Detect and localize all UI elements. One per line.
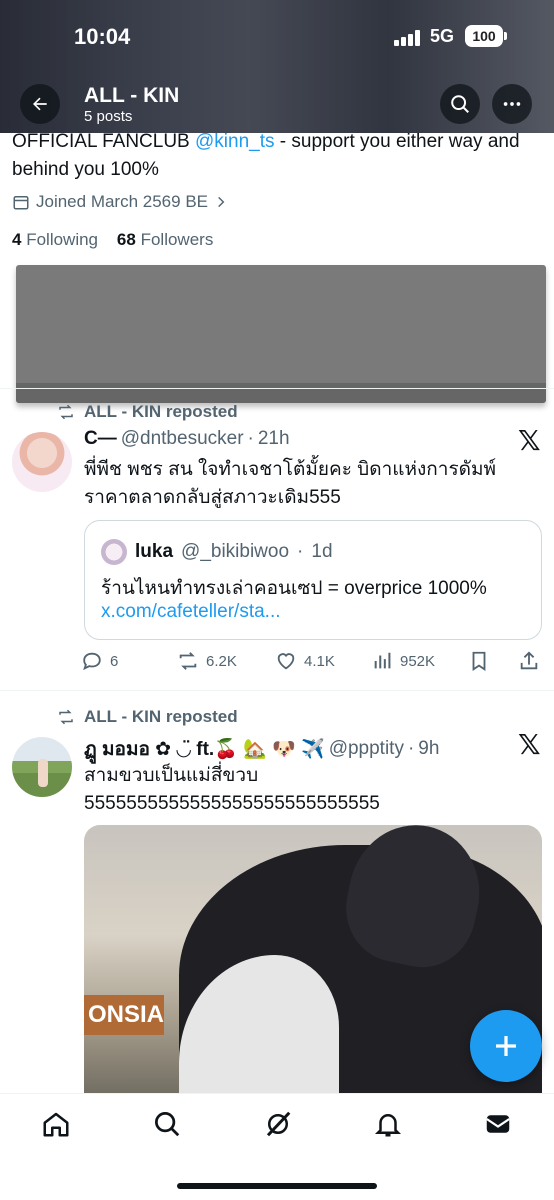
reply-icon	[83, 652, 101, 671]
like-count: 4.1K	[304, 652, 335, 670]
repost-label: ALL - KIN reposted	[84, 402, 238, 421]
repost-label: ALL - KIN reposted	[84, 707, 238, 726]
tweet-time[interactable]: 21h	[258, 428, 290, 450]
chevron-right-icon	[218, 196, 225, 208]
redacted-block	[16, 265, 546, 403]
status-bar: 10:04 5G 100	[0, 22, 554, 54]
profile-nav-bar: ALL - KIN 5 posts	[0, 82, 554, 128]
author-handle[interactable]: @dntbesucker	[121, 428, 244, 450]
repost-icon	[59, 404, 73, 420]
tweet-text-line: สามขวบเป็นแม่สี่ขวบ	[84, 765, 259, 786]
followers-link[interactable]: 68 Followers	[117, 230, 213, 249]
joined-date[interactable]: Joined March 2569 BE	[12, 192, 228, 212]
tab-home[interactable]	[40, 1108, 72, 1140]
bell-icon	[374, 1114, 402, 1137]
back-button[interactable]	[20, 84, 60, 124]
search-icon	[451, 95, 469, 113]
heart-icon	[277, 653, 295, 670]
separator: ·	[297, 541, 304, 562]
search-profile-button[interactable]	[440, 84, 480, 124]
repost-indicator[interactable]: ALL - KIN reposted	[56, 402, 238, 422]
joined-text: Joined March 2569 BE	[36, 192, 208, 211]
avatar[interactable]	[12, 432, 72, 492]
author-name[interactable]: ฏู มอมอ ✿ ◡̈ ft.🍒 🏡 🐶 ✈️	[84, 734, 325, 764]
tab-grok[interactable]	[262, 1108, 294, 1140]
author-handle[interactable]: @ppptity	[329, 738, 404, 760]
quote-link[interactable]: x.com/cafeteller/sta...	[101, 601, 281, 623]
grok-icon	[266, 1111, 291, 1137]
views-button[interactable]: 952K	[372, 650, 435, 672]
author-name[interactable]: C—	[84, 428, 117, 450]
followers-label: Followers	[140, 230, 214, 249]
bookmark-icon	[472, 651, 486, 671]
profile-bio: OFFICIAL FANCLUB @kinn_ts - support you …	[12, 128, 542, 184]
tweet-text-line: 5555555555555555555555555555	[84, 793, 380, 814]
tweet-time[interactable]: 9h	[418, 738, 439, 760]
quote-avatar	[101, 539, 127, 565]
follow-stats: 4 Following 68 Followers	[12, 230, 213, 250]
more-icon	[503, 102, 521, 106]
tweet-text-line: ราคาตลาดกลับสู่สภาวะเดิม555	[84, 487, 341, 508]
tweet-text[interactable]: สามขวบเป็นแม่สี่ขวบ 55555555555555555555…	[84, 762, 534, 818]
battery-icon: 100	[465, 25, 507, 47]
tweet-header: ฏู มอมอ ✿ ◡̈ ft.🍒 🏡 🐶 ✈️ @ppptity · 9h	[84, 734, 439, 764]
plus-icon	[496, 1036, 516, 1056]
tweet-text-line: พี่พีช พชร สน ใจทำเจชาโต้มั้ยคะ บิดาแห่ง…	[84, 459, 497, 480]
tweet-actions: 6 6.2K 4.1K 952K	[80, 650, 542, 676]
status-time: 10:04	[74, 24, 131, 49]
quote-text: ร้านไหนทำทรงเล่าคอนเซป = overprice 1000%	[101, 578, 487, 599]
reply-button[interactable]: 6	[80, 650, 118, 672]
back-arrow-icon	[33, 97, 47, 111]
feed-divider	[0, 690, 554, 691]
mail-icon	[486, 1115, 510, 1133]
quote-tweet[interactable]: luka @_bikibiwoo · 1d ร้านไหนทำทรงเล่าคอ…	[84, 520, 542, 640]
profile-banner-header: 10:04 5G 100 ALL - KIN 5 posts	[0, 0, 554, 133]
bio-mention-link[interactable]: @kinn_ts	[195, 131, 275, 152]
quote-author-name: luka	[135, 541, 174, 562]
following-label: Following	[26, 230, 99, 249]
tweet-header: C— @dntbesucker · 21h	[84, 428, 290, 450]
following-count: 4	[12, 230, 22, 249]
share-button[interactable]	[518, 650, 540, 672]
compose-button[interactable]	[470, 1010, 542, 1082]
more-options-button[interactable]	[492, 84, 532, 124]
home-indicator	[177, 1183, 377, 1189]
separator: ·	[407, 738, 415, 759]
repost-button[interactable]: 6.2K	[176, 650, 237, 672]
quote-time: 1d	[311, 541, 333, 562]
repost-icon	[59, 709, 73, 725]
tab-notifications[interactable]	[372, 1108, 404, 1140]
tab-messages[interactable]	[482, 1108, 514, 1140]
reply-count: 6	[110, 652, 119, 670]
view-count: 952K	[400, 652, 436, 670]
search-icon	[155, 1112, 180, 1137]
bookmark-button[interactable]	[468, 650, 490, 672]
repost-count: 6.2K	[206, 652, 237, 670]
x-logo-icon: 𝕏	[518, 729, 541, 760]
tweet-text[interactable]: พี่พีช พชร สน ใจทำเจชาโต้มั้ยคะ บิดาแห่ง…	[84, 456, 534, 512]
avatar[interactable]	[12, 737, 72, 797]
quote-author-handle: @_bikibiwoo	[181, 541, 290, 562]
bio-text: OFFICIAL FANCLUB	[12, 131, 195, 152]
post-count: 5 posts	[84, 108, 133, 125]
repost-indicator[interactable]: ALL - KIN reposted	[56, 707, 238, 727]
calendar-icon	[13, 196, 29, 210]
views-icon	[374, 652, 391, 669]
home-icon	[43, 1112, 69, 1137]
repost-icon	[179, 652, 197, 670]
quote-header: luka @_bikibiwoo · 1d	[101, 539, 333, 565]
feed-divider	[0, 388, 554, 389]
account-title: ALL - KIN	[84, 84, 180, 107]
signal-icon	[394, 30, 422, 46]
share-icon	[520, 651, 538, 670]
followers-count: 68	[116, 230, 136, 249]
like-button[interactable]: 4.1K	[274, 650, 335, 672]
tab-explore[interactable]	[151, 1108, 183, 1140]
following-link[interactable]: 4 Following	[12, 230, 98, 249]
separator: ·	[247, 428, 254, 449]
x-logo-icon: 𝕏	[518, 425, 541, 456]
network-type: 5G	[430, 26, 455, 46]
media-sign: ONSIAM	[84, 995, 164, 1035]
